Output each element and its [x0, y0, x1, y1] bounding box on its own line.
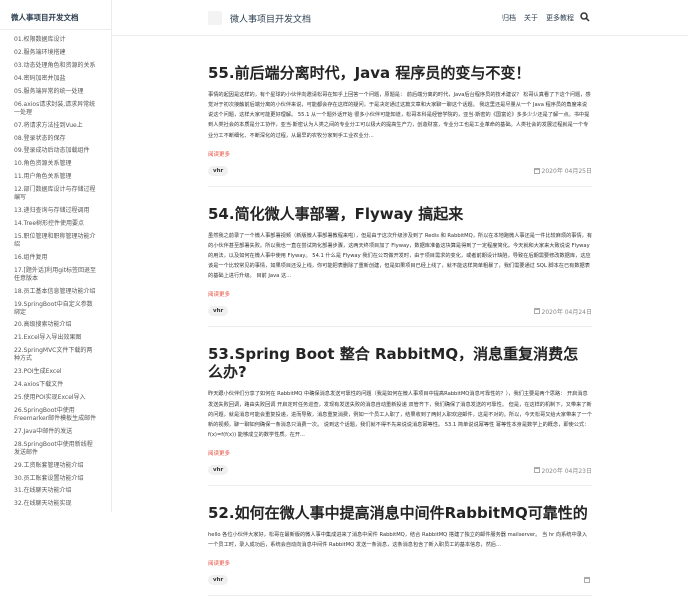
- search-icon[interactable]: [580, 12, 590, 22]
- sidebar-item[interactable]: 20.高级搜索功能介绍: [0, 319, 111, 332]
- post-excerpt: hello 各位小伙伴大家好，松哥在最新版的微人事中集成进来了消息中间件 Rab…: [208, 532, 588, 549]
- post-excerpt: 昨天跟小伙伴们分享了如何在 RabbitMQ 中确保消息发送可靠性的问题（我是如…: [208, 391, 592, 438]
- post-tag[interactable]: vhr: [208, 165, 229, 176]
- site-logo[interactable]: [208, 11, 222, 25]
- calendar-icon: [533, 467, 540, 474]
- read-more-link[interactable]: 阅读更多: [208, 559, 230, 567]
- post-date-text: 2020年 04月23日: [541, 467, 592, 475]
- sidebar-item[interactable]: 14.Tree树形控件使用要点: [0, 218, 111, 231]
- header: 微人事项目开发文档 归档 关于 更多教程: [112, 0, 688, 36]
- post-list: 55.前后端分离时代，Java 程序员的变与不变！ 事情的起因是这样的，有个星球…: [208, 56, 592, 606]
- sidebar-item[interactable]: 04.密码加密并加盐: [0, 73, 111, 86]
- post-tag[interactable]: vhr: [208, 306, 229, 317]
- post-title[interactable]: 55.前后端分离时代，Java 程序员的变与不变！: [208, 64, 592, 82]
- sidebar-item[interactable]: 06.axios请求封装,请求异常统一处理: [0, 98, 111, 119]
- sidebar-item[interactable]: 19.SpringBoot中自定义参数绑定: [0, 298, 111, 319]
- sidebar-item[interactable]: 25.使用POI实现Excel导入: [0, 392, 111, 405]
- sidebar-item[interactable]: 16.组件复用: [0, 251, 111, 264]
- sidebar-item[interactable]: 18.员工基本信息管理功能介绍: [0, 285, 111, 298]
- post-tag[interactable]: vhr: [208, 575, 229, 586]
- post-item: 53.Spring Boot 整合 RabbitMQ，消息重复消费怎么办? 昨天…: [208, 337, 592, 487]
- sidebar-item[interactable]: 11.用户角色关系管理: [0, 171, 111, 184]
- sidebar-item[interactable]: 21.Excel导入导出效果图: [0, 332, 111, 345]
- post-date-text: 2020年 04月24日: [541, 308, 592, 316]
- nav: 归档 关于 更多教程: [502, 13, 574, 23]
- post-title[interactable]: 52.如何在微人事中提高消息中间件RabbitMQ可靠性的: [208, 504, 592, 522]
- post-tag[interactable]: vhr: [208, 465, 229, 476]
- nav-about[interactable]: 关于: [524, 13, 538, 23]
- post-excerpt: 虽然我之前录了一个微人事部署视频（新版微人事部署教程来啦），但是由于这次升级涉及…: [208, 232, 593, 280]
- sidebar-item[interactable]: 17.[题外话]利用git标签回退至任意版本: [0, 264, 111, 285]
- post-meta: vhr 2020年 04月23日: [208, 465, 592, 476]
- calendar-icon: [584, 577, 590, 584]
- read-more-link[interactable]: 阅读更多: [208, 150, 230, 158]
- sidebar-list: 01.权限数据库设计 02.服务端环境搭建 03.动态处理角色和资源的关系 04.密码…: [0, 34, 111, 512]
- nav-more-tutorials[interactable]: 更多教程: [546, 13, 574, 23]
- post-date: 2020年 04月24日: [533, 307, 592, 316]
- sidebar-item[interactable]: 12.部门数据库设计与存储过程编写: [0, 184, 111, 205]
- post-item: 54.简化微人事部署，Flyway 搞起来 虽然我之前录了一个微人事部署视频（新…: [208, 197, 592, 328]
- sidebar-item[interactable]: 29.工资账套管理功能介绍: [0, 459, 111, 472]
- post-item: 52.如何在微人事中提高消息中间件RabbitMQ可靠性的 hello 各位小伙…: [208, 496, 592, 597]
- read-more-link[interactable]: 阅读更多: [208, 290, 230, 298]
- sidebar-item[interactable]: 24.axios下载文件: [0, 379, 111, 392]
- post-date-text: 2020年 04月25日: [541, 168, 592, 176]
- post-title[interactable]: 53.Spring Boot 整合 RabbitMQ，消息重复消费怎么办?: [208, 345, 592, 381]
- sidebar-item[interactable]: 31.在线聊天功能介绍: [0, 485, 111, 498]
- nav-archive[interactable]: 归档: [502, 13, 516, 23]
- sidebar-item[interactable]: 32.在线聊天功能实现: [0, 498, 111, 511]
- calendar-icon: [533, 167, 540, 174]
- sidebar-item[interactable]: 05.服务端异常的统一处理: [0, 86, 111, 99]
- post-excerpt: 事情的起因是这样的，有个星球的小伙伴向邀请松哥在知乎上回答一个问题，原题是： 前…: [208, 92, 591, 139]
- sidebar-item[interactable]: 08.登录状态的保存: [0, 132, 111, 145]
- sidebar-item[interactable]: 07.将请求方法挂到Vue上: [0, 119, 111, 132]
- sidebar-title[interactable]: 微人事项目开发文档: [0, 12, 111, 30]
- post-date: [584, 577, 592, 584]
- sidebar-item[interactable]: 13.递归查询与存储过程调用: [0, 205, 111, 218]
- calendar-icon: [533, 308, 540, 315]
- post-date: 2020年 04月23日: [533, 466, 592, 475]
- sidebar-item[interactable]: 15.职位管理和职称管理功能介绍: [0, 230, 111, 251]
- sidebar-item[interactable]: 10.角色资源关系管理: [0, 158, 111, 171]
- post-meta: vhr 2020年 04月24日: [208, 306, 592, 317]
- sidebar-item[interactable]: 30.员工账套设置功能介绍: [0, 472, 111, 485]
- sidebar-item[interactable]: 22.SpringMVC文件下载的两种方式: [0, 345, 111, 366]
- sidebar-item[interactable]: 01.权限数据库设计: [0, 34, 111, 47]
- sidebar-item[interactable]: 23.POI生成Excel: [0, 366, 111, 379]
- sidebar-item[interactable]: 02.服务端环境搭建: [0, 47, 111, 60]
- sidebar-item[interactable]: 28.SpringBoot中使用新线程发送邮件: [0, 438, 111, 459]
- post-meta: vhr: [208, 575, 592, 586]
- sidebar: 微人事项目开发文档 01.权限数据库设计 02.服务端环境搭建 03.动态处理角色和…: [0, 0, 112, 512]
- sidebar-item[interactable]: 26.SpringBoot中使用Freemarker邮件模板生成邮件: [0, 404, 111, 425]
- read-more-link[interactable]: 阅读更多: [208, 449, 230, 457]
- post-meta: vhr 2020年 04月25日: [208, 165, 592, 176]
- post-title[interactable]: 54.简化微人事部署，Flyway 搞起来: [208, 205, 592, 223]
- sidebar-item[interactable]: 03.动态处理角色和资源的关系: [0, 60, 111, 73]
- sidebar-item[interactable]: 27.Java中邮件的发送: [0, 425, 111, 438]
- sidebar-item[interactable]: 09.登录成功后动态加载组件: [0, 145, 111, 158]
- post-date: 2020年 04月25日: [533, 166, 592, 176]
- post-item: 55.前后端分离时代，Java 程序员的变与不变！ 事情的起因是这样的，有个星球…: [208, 56, 592, 187]
- site-title[interactable]: 微人事项目开发文档: [230, 12, 311, 25]
